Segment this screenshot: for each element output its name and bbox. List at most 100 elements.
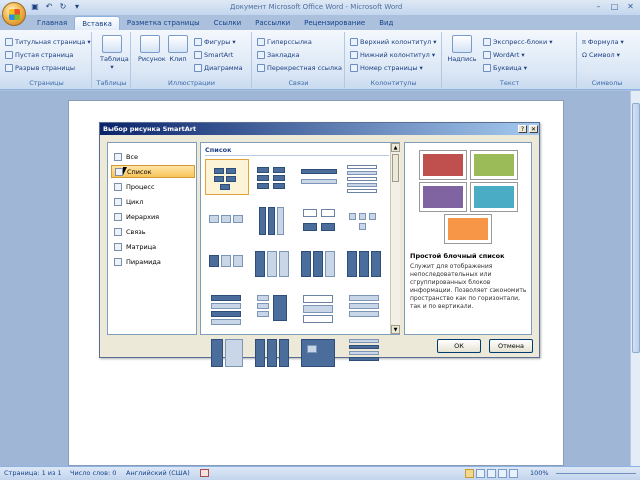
outline-icon[interactable]: [498, 469, 507, 478]
textbox-button[interactable]: Надпись: [447, 35, 477, 63]
category-relationship[interactable]: Связь: [111, 225, 195, 238]
layout-thumbnail[interactable]: [251, 247, 295, 283]
scroll-down-icon[interactable]: ▼: [391, 325, 400, 334]
cover-page-button[interactable]: Титульная страница ▾: [5, 36, 91, 47]
customize-qat-icon[interactable]: ▾: [72, 2, 82, 12]
preview-box-5: [444, 214, 492, 244]
cross-reference-button[interactable]: Перекрестная ссылка: [257, 62, 342, 73]
table-button[interactable]: Таблица ▾: [100, 35, 129, 71]
layout-shape: [349, 339, 379, 343]
quick-parts-button[interactable]: Экспресс-блоки ▾: [483, 36, 552, 47]
layout-thumbnail[interactable]: [251, 203, 295, 239]
layout-thumbnail[interactable]: [343, 203, 387, 239]
wordart-button[interactable]: WordArt ▾: [483, 49, 525, 60]
tab-page-layout[interactable]: Разметка страницы: [120, 16, 207, 30]
tab-references[interactable]: Ссылки: [207, 16, 249, 30]
smartart-button[interactable]: SmartArt: [194, 49, 233, 60]
web-layout-icon[interactable]: [487, 469, 496, 478]
save-icon[interactable]: ▣: [30, 2, 40, 12]
tab-home[interactable]: Главная: [30, 16, 74, 30]
layout-thumbnail[interactable]: [251, 159, 295, 195]
hyperlink-button[interactable]: Гиперссылка: [257, 36, 312, 47]
layout-shape: [349, 295, 379, 301]
layout-thumbnail[interactable]: [343, 159, 387, 195]
tab-review[interactable]: Рецензирование: [297, 16, 372, 30]
header-button[interactable]: Верхний колонтитул ▾: [350, 36, 437, 47]
scroll-thumb[interactable]: [632, 103, 640, 353]
zoom-slider[interactable]: [556, 473, 636, 474]
tab-mailings[interactable]: Рассылки: [248, 16, 297, 30]
proofing-icon[interactable]: [200, 469, 209, 477]
layout-thumbnail[interactable]: [205, 291, 249, 327]
tab-insert[interactable]: Вставка: [74, 16, 120, 30]
category-process[interactable]: Процесс: [111, 180, 195, 193]
dialog-help-button[interactable]: ?: [518, 125, 527, 133]
category-cycle[interactable]: Цикл: [111, 195, 195, 208]
category-hierarchy[interactable]: Иерархия: [111, 210, 195, 223]
layout-thumbnail[interactable]: [297, 247, 341, 283]
chart-button[interactable]: Диаграмма: [194, 62, 243, 73]
zoom-level[interactable]: 100%: [530, 469, 549, 477]
language-indicator[interactable]: Английский (США): [126, 469, 190, 477]
print-layout-icon[interactable]: [465, 469, 474, 478]
shapes-button[interactable]: Фигуры ▾: [194, 36, 236, 47]
bookmark-button[interactable]: Закладка: [257, 49, 300, 60]
cover-page-icon: [5, 37, 13, 46]
gallery-scroll-thumb[interactable]: [392, 154, 399, 182]
word-count[interactable]: Число слов: 0: [70, 469, 116, 477]
layout-shape: [347, 189, 377, 193]
symbol-button[interactable]: Ω Символ ▾: [582, 49, 620, 60]
gallery-scrollbar[interactable]: ▲ ▼: [390, 143, 400, 334]
layout-thumbnail[interactable]: [297, 291, 341, 327]
list-icon: [115, 167, 123, 176]
cancel-button[interactable]: Отмена: [489, 339, 533, 353]
footer-button[interactable]: Нижний колонтитул ▾: [350, 49, 435, 60]
drop-cap-button[interactable]: Буквица ▾: [483, 62, 527, 73]
category-list: Все Список Процесс Цикл Иерархия Связь М…: [107, 142, 197, 335]
layout-thumbnail[interactable]: [205, 159, 249, 195]
page-count[interactable]: Страница: 1 из 1: [4, 469, 62, 477]
vertical-scrollbar[interactable]: [630, 91, 640, 466]
maximize-button[interactable]: □: [607, 1, 622, 13]
layout-shape: [277, 207, 284, 235]
tab-view[interactable]: Вид: [372, 16, 400, 30]
layout-thumbnail[interactable]: [343, 291, 387, 327]
layout-thumbnail[interactable]: [297, 203, 341, 239]
layout-thumbnail[interactable]: [343, 335, 387, 371]
blank-page-button[interactable]: Пустая страница: [5, 49, 73, 60]
office-button[interactable]: [2, 2, 26, 26]
full-screen-icon[interactable]: [476, 469, 485, 478]
ok-button[interactable]: ОК: [437, 339, 481, 353]
window-title: Документ Microsoft Office Word - Microso…: [230, 3, 403, 11]
close-button[interactable]: ✕: [623, 1, 638, 13]
dialog-close-button[interactable]: ✕: [529, 125, 538, 133]
layout-thumbnail[interactable]: [251, 291, 295, 327]
layout-thumbnail[interactable]: [297, 335, 341, 371]
redo-icon[interactable]: ↻: [58, 2, 68, 12]
page-number-button[interactable]: Номер страницы ▾: [350, 62, 423, 73]
category-pyramid[interactable]: Пирамида: [111, 255, 195, 268]
layout-shape: [257, 303, 269, 309]
equation-button[interactable]: π Формула ▾: [582, 36, 624, 47]
layout-thumbnail[interactable]: [251, 335, 295, 371]
scroll-up-icon[interactable]: ▲: [391, 143, 400, 152]
layout-thumbnail[interactable]: [205, 247, 249, 283]
hierarchy-icon: [114, 212, 122, 221]
layout-shape: [255, 251, 265, 277]
layout-thumbnail[interactable]: [343, 247, 387, 283]
cross-reference-icon: [257, 63, 265, 72]
picture-button[interactable]: Рисунок: [138, 35, 166, 63]
category-matrix[interactable]: Матрица: [111, 240, 195, 253]
layout-thumbnail[interactable]: [205, 203, 249, 239]
layout-thumbnail[interactable]: [297, 159, 341, 195]
layout-shape: [279, 339, 289, 367]
page-break-button[interactable]: Разрыв страницы: [5, 62, 75, 73]
minimize-button[interactable]: –: [591, 1, 606, 13]
category-all[interactable]: Все: [111, 150, 195, 163]
group-tables: Таблица ▾ Таблицы: [93, 32, 131, 88]
draft-icon[interactable]: [509, 469, 518, 478]
layout-thumbnail[interactable]: [205, 335, 249, 371]
clip-button[interactable]: Клип: [166, 35, 190, 63]
undo-icon[interactable]: ↶: [44, 2, 54, 12]
quick-parts-icon: [483, 37, 491, 46]
